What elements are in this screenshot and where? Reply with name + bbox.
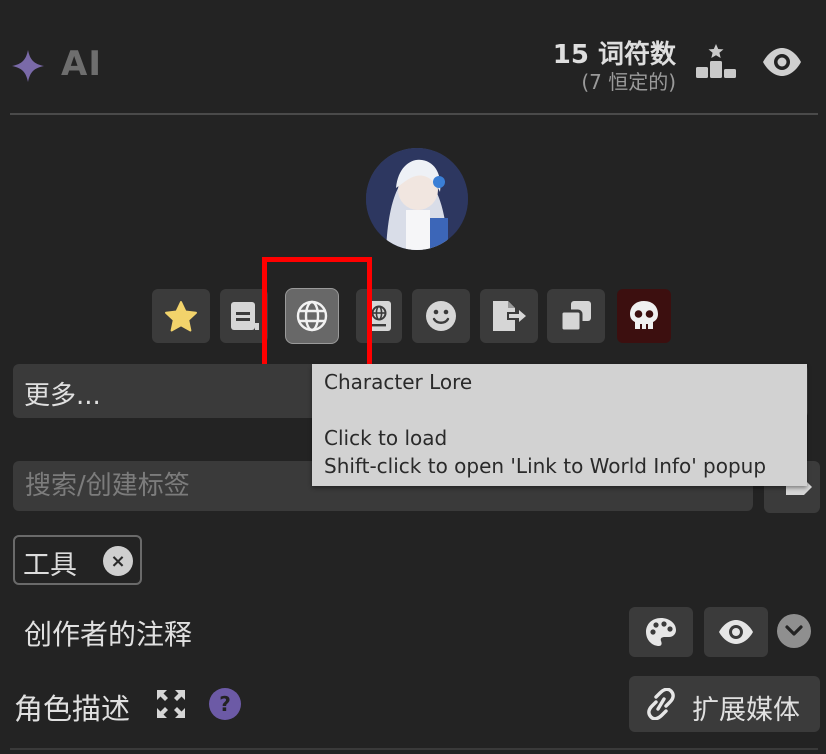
tooltip-title: Character Lore	[324, 370, 473, 394]
tag-remove-button[interactable]: ×	[103, 546, 133, 576]
help-icon[interactable]: ?	[209, 688, 241, 720]
tooltip-line: Shift-click to open 'Link to World Info'…	[324, 454, 767, 478]
sparkle-icon	[12, 50, 44, 82]
skull-icon	[630, 301, 658, 329]
panel-title: AI	[61, 44, 102, 84]
chevron-down-icon[interactable]	[777, 614, 811, 648]
tag-label: 工具	[23, 550, 77, 581]
bottom-divider	[10, 748, 818, 750]
palette-button[interactable]	[629, 607, 693, 657]
tooltip-line: Click to load	[324, 426, 448, 450]
character-card-button[interactable]	[220, 289, 268, 343]
eye-icon[interactable]	[761, 46, 803, 78]
smile-icon	[426, 301, 456, 331]
export-icon	[493, 301, 526, 331]
expand-media-label: 扩展媒体	[692, 695, 800, 726]
eye-icon	[719, 620, 753, 644]
card-icon	[231, 302, 259, 330]
more-dropdown-label: 更多...	[24, 381, 101, 411]
copy-icon	[559, 301, 591, 333]
highlight-box	[262, 257, 372, 373]
ranking-icon[interactable]	[694, 43, 738, 79]
tooltip: Character Lore Click to load Shift-click…	[312, 364, 807, 486]
export-button[interactable]	[480, 289, 538, 343]
expand-media-button[interactable]: 扩展媒体	[629, 676, 820, 732]
avatar[interactable]	[366, 148, 468, 250]
header-divider	[10, 113, 818, 115]
tag-chip[interactable]: 工具 ×	[13, 535, 142, 585]
token-permanent-count: (7 恒定的)	[581, 70, 676, 94]
creator-notes-label: 创作者的注释	[24, 618, 193, 651]
link-icon	[647, 688, 675, 720]
character-description-label: 角色描述	[14, 692, 131, 726]
star-icon	[165, 301, 197, 332]
avatar-image	[366, 148, 468, 250]
favorite-button[interactable]	[152, 289, 210, 343]
duplicate-button[interactable]	[547, 289, 605, 343]
expand-icon[interactable]	[155, 688, 187, 720]
palette-icon	[646, 618, 676, 646]
delete-button[interactable]	[617, 289, 671, 343]
emoji-button[interactable]	[412, 289, 470, 343]
notes-visibility-button[interactable]	[704, 607, 768, 657]
